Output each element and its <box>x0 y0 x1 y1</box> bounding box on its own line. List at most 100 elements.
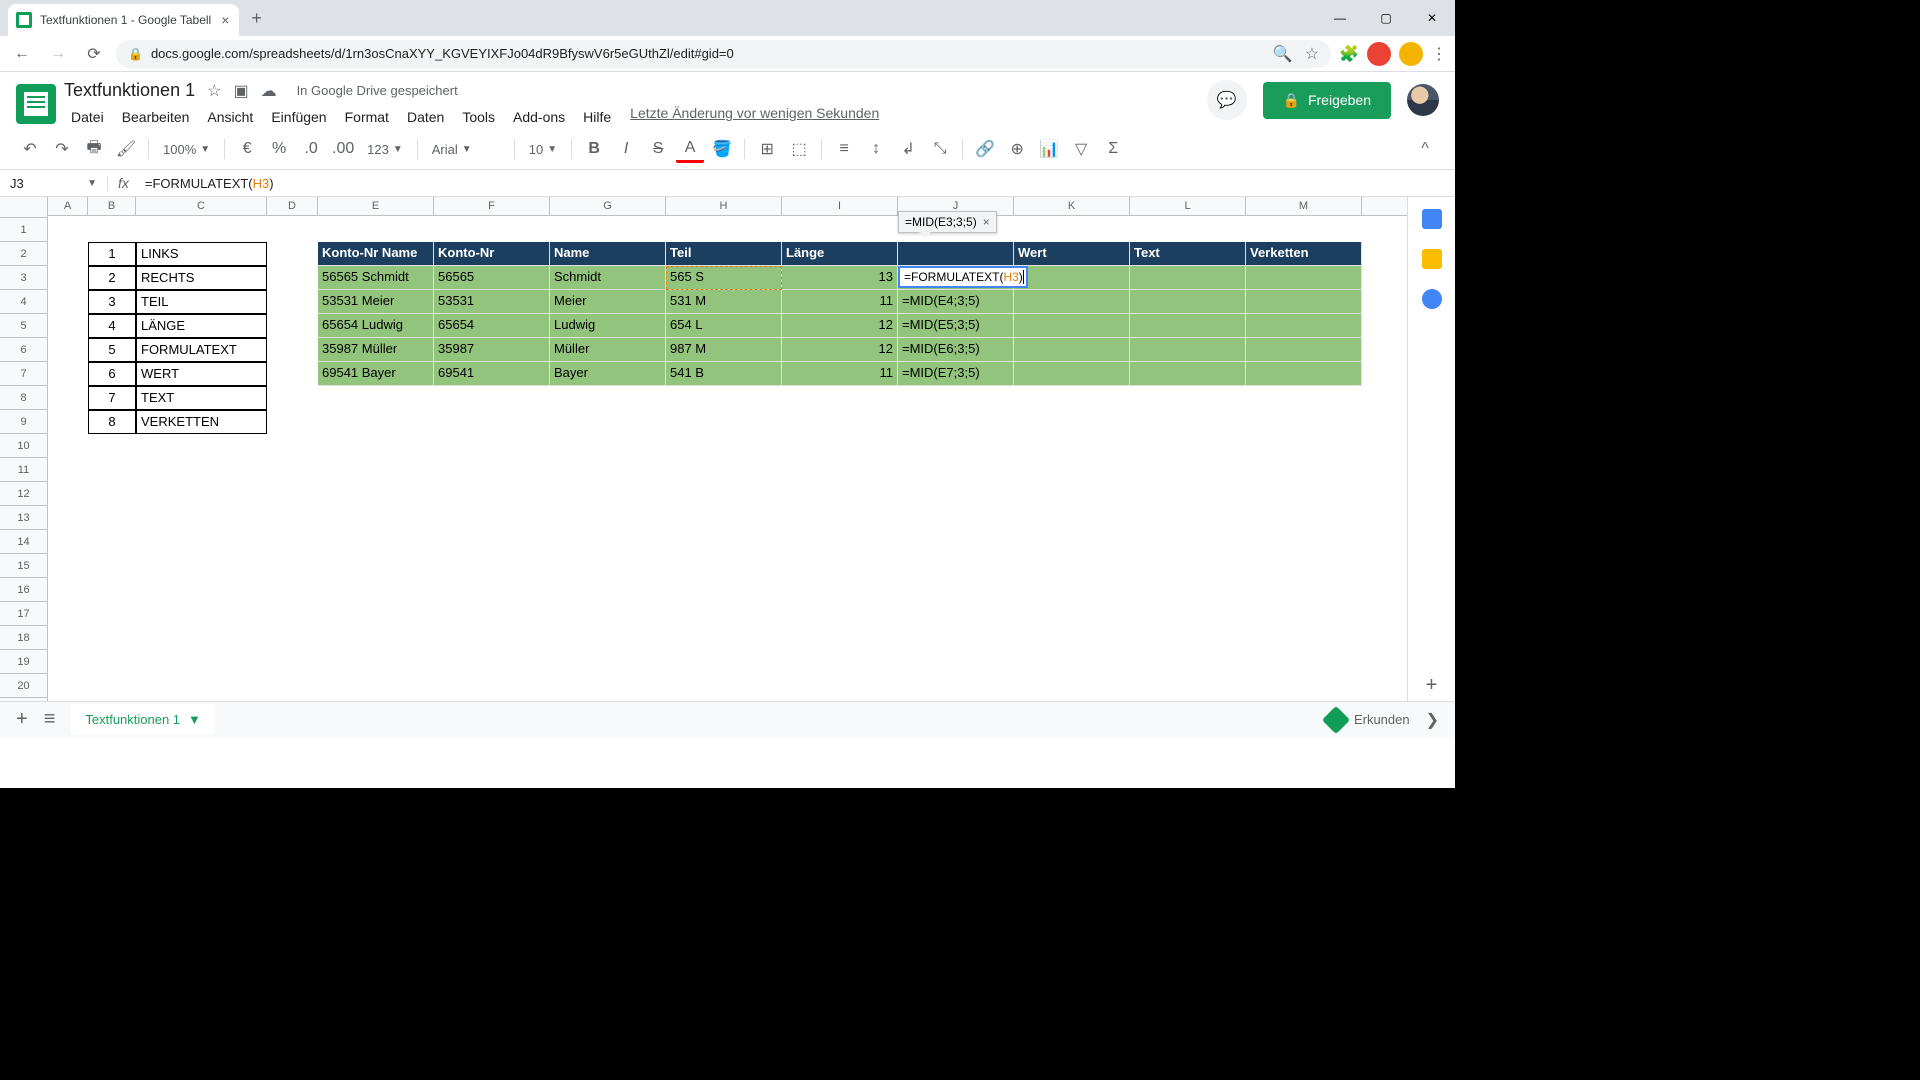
cell-I6[interactable]: 12 <box>782 338 898 362</box>
col-header-C[interactable]: C <box>136 197 267 215</box>
cell-C2[interactable]: LINKS <box>136 242 267 266</box>
name-box[interactable]: J3 ▼ <box>0 176 108 191</box>
menu-view[interactable]: Ansicht <box>200 105 260 129</box>
row-header-17[interactable]: 17 <box>0 602 47 626</box>
cell-G6[interactable]: Müller <box>550 338 666 362</box>
borders-button[interactable]: ⊞ <box>753 135 781 163</box>
cell-I5[interactable]: 12 <box>782 314 898 338</box>
menu-edit[interactable]: Bearbeiten <box>115 105 197 129</box>
col-header-H[interactable]: H <box>666 197 782 215</box>
cell-K2[interactable]: Wert <box>1014 242 1130 266</box>
cell-L4[interactable] <box>1130 290 1246 314</box>
star-doc-icon[interactable]: ☆ <box>207 81 221 101</box>
valign-button[interactable]: ↕ <box>862 135 890 163</box>
cell-B2[interactable]: 1 <box>88 242 136 266</box>
fill-color-button[interactable]: 🪣 <box>708 135 736 163</box>
cell-C7[interactable]: WERT <box>136 362 267 386</box>
cell-G3[interactable]: Schmidt <box>550 266 666 290</box>
cell-H2[interactable]: Teil <box>666 242 782 266</box>
select-all-corner[interactable] <box>0 197 48 218</box>
forward-button[interactable]: → <box>44 40 72 68</box>
print-button[interactable]: 🖶 <box>80 135 108 163</box>
row-header-8[interactable]: 8 <box>0 386 47 410</box>
col-header-L[interactable]: L <box>1130 197 1246 215</box>
decimal-dec-button[interactable]: .0 <box>297 135 325 163</box>
zoom-select[interactable]: 100%▼ <box>157 142 216 157</box>
percent-button[interactable]: % <box>265 135 293 163</box>
cell-H3[interactable]: 565 S <box>666 266 782 290</box>
cell-K7[interactable] <box>1014 362 1130 386</box>
close-window-button[interactable]: ✕ <box>1409 2 1455 34</box>
cell-E4[interactable]: 53531 Meier <box>318 290 434 314</box>
cell-B4[interactable]: 3 <box>88 290 136 314</box>
add-sheet-button[interactable]: + <box>16 708 28 731</box>
cell-J7[interactable]: =MID(E7;3;5) <box>898 362 1014 386</box>
menu-insert[interactable]: Einfügen <box>264 105 333 129</box>
cell-M5[interactable] <box>1246 314 1362 338</box>
decimal-inc-button[interactable]: .00 <box>329 135 357 163</box>
tasks-sideicon[interactable] <box>1422 289 1442 309</box>
calendar-sideicon[interactable] <box>1422 209 1442 229</box>
cell-F6[interactable]: 35987 <box>434 338 550 362</box>
sheet-tab-menu-icon[interactable]: ▼ <box>188 712 201 727</box>
undo-button[interactable]: ↶ <box>16 135 44 163</box>
cell-H6[interactable]: 987 M <box>666 338 782 362</box>
row-header-11[interactable]: 11 <box>0 458 47 482</box>
cell-B6[interactable]: 5 <box>88 338 136 362</box>
col-header-F[interactable]: F <box>434 197 550 215</box>
row-header-6[interactable]: 6 <box>0 338 47 362</box>
editing-cell[interactable]: =FORMULATEXT(H3) <box>898 266 1028 288</box>
cell-C4[interactable]: TEIL <box>136 290 267 314</box>
grid[interactable]: ABCDEFGHIJKLM 12345678910111213141516171… <box>0 197 1407 737</box>
cell-C6[interactable]: FORMULATEXT <box>136 338 267 362</box>
col-header-K[interactable]: K <box>1014 197 1130 215</box>
cell-C9[interactable]: VERKETTEN <box>136 410 267 434</box>
bold-button[interactable]: B <box>580 135 608 163</box>
menu-data[interactable]: Daten <box>400 105 451 129</box>
font-select[interactable]: Arial▼ <box>426 142 506 157</box>
cell-C3[interactable]: RECHTS <box>136 266 267 290</box>
browser-tab[interactable]: Textfunktionen 1 - Google Tabell × <box>8 4 239 36</box>
cell-K3[interactable] <box>1014 266 1130 290</box>
row-header-15[interactable]: 15 <box>0 554 47 578</box>
link-button[interactable]: 🔗 <box>971 135 999 163</box>
cell-L7[interactable] <box>1130 362 1246 386</box>
cell-G2[interactable]: Name <box>550 242 666 266</box>
comments-button[interactable]: 💬 <box>1207 80 1247 120</box>
share-button[interactable]: 🔒 Freigeben <box>1263 82 1391 119</box>
last-edit-link[interactable]: Letzte Änderung vor wenigen Sekunden <box>630 105 879 129</box>
menu-addons[interactable]: Add-ons <box>506 105 572 129</box>
profile-avatar[interactable] <box>1399 42 1423 66</box>
extension-icon[interactable] <box>1367 42 1391 66</box>
cell-E6[interactable]: 35987 Müller <box>318 338 434 362</box>
italic-button[interactable]: I <box>612 135 640 163</box>
col-header-M[interactable]: M <box>1246 197 1362 215</box>
cell-M6[interactable] <box>1246 338 1362 362</box>
extensions-icon[interactable]: 🧩 <box>1339 44 1359 64</box>
functions-button[interactable]: Σ <box>1099 135 1127 163</box>
col-header-G[interactable]: G <box>550 197 666 215</box>
col-header-I[interactable]: I <box>782 197 898 215</box>
row-header-9[interactable]: 9 <box>0 410 47 434</box>
column-headers[interactable]: ABCDEFGHIJKLM <box>48 197 1407 216</box>
reload-button[interactable]: ⟳ <box>80 40 108 68</box>
formula-input[interactable]: =FORMULATEXT(H3) <box>139 176 1455 191</box>
star-icon[interactable]: ☆ <box>1305 44 1319 64</box>
row-header-19[interactable]: 19 <box>0 650 47 674</box>
cell-H5[interactable]: 654 L <box>666 314 782 338</box>
menu-file[interactable]: Datei <box>64 105 111 129</box>
new-tab-button[interactable]: + <box>251 8 262 29</box>
cell-M2[interactable]: Verketten <box>1246 242 1362 266</box>
row-header-18[interactable]: 18 <box>0 626 47 650</box>
side-panel-toggle[interactable]: ❯ <box>1426 710 1439 730</box>
cell-M4[interactable] <box>1246 290 1362 314</box>
keep-sideicon[interactable] <box>1422 249 1442 269</box>
cell-K6[interactable] <box>1014 338 1130 362</box>
row-header-20[interactable]: 20 <box>0 674 47 698</box>
row-header-5[interactable]: 5 <box>0 314 47 338</box>
cell-B7[interactable]: 6 <box>88 362 136 386</box>
row-headers[interactable]: 123456789101112131415161718192021 <box>0 218 48 722</box>
row-header-7[interactable]: 7 <box>0 362 47 386</box>
cell-L6[interactable] <box>1130 338 1246 362</box>
cell-F3[interactable]: 56565 <box>434 266 550 290</box>
